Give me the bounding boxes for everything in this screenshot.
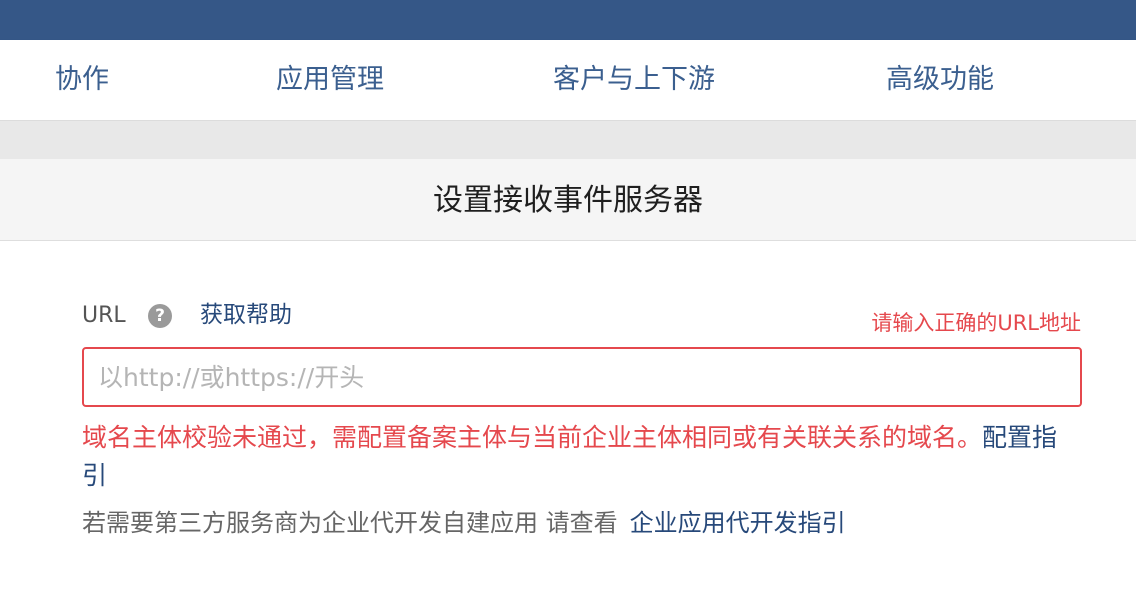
- url-label: URL: [82, 303, 126, 328]
- dev-guide-link[interactable]: 企业应用代开发指引: [630, 509, 846, 537]
- tab-app-management[interactable]: 应用管理: [276, 40, 384, 120]
- nav-tabs: 协作 应用管理 客户与上下游 高级功能: [0, 40, 1136, 121]
- question-circle-icon[interactable]: ?: [148, 304, 172, 328]
- third-party-note-text: 若需要第三方服务商为企业代开发自建应用 请查看: [82, 509, 618, 537]
- top-bar: [0, 0, 1136, 40]
- domain-validation-error-text: 域名主体校验未通过，需配置备案主体与当前企业主体相同或有关联关系的域名。: [82, 423, 983, 452]
- tab-advanced-features[interactable]: 高级功能: [886, 40, 994, 120]
- page-title: 设置接收事件服务器: [433, 183, 703, 218]
- domain-validation-error: 域名主体校验未通过，需配置备案主体与当前企业主体相同或有关联关系的域名。配置指引: [82, 419, 1082, 495]
- get-help-link[interactable]: 获取帮助: [200, 301, 292, 329]
- page-header: 设置接收事件服务器: [0, 159, 1136, 241]
- form-content: URL ? 获取帮助 请输入正确的URL地址 域名主体校验未通过，需配置备案主体…: [0, 241, 1136, 602]
- tab-collaboration[interactable]: 协作: [55, 40, 109, 120]
- tab-customers-partners[interactable]: 客户与上下游: [553, 40, 715, 120]
- third-party-note: 若需要第三方服务商为企业代开发自建应用 请查看 企业应用代开发指引: [82, 506, 846, 540]
- url-input[interactable]: [82, 347, 1082, 407]
- url-field-error: 请输入正确的URL地址: [871, 311, 1081, 335]
- page-spacer: [0, 121, 1136, 159]
